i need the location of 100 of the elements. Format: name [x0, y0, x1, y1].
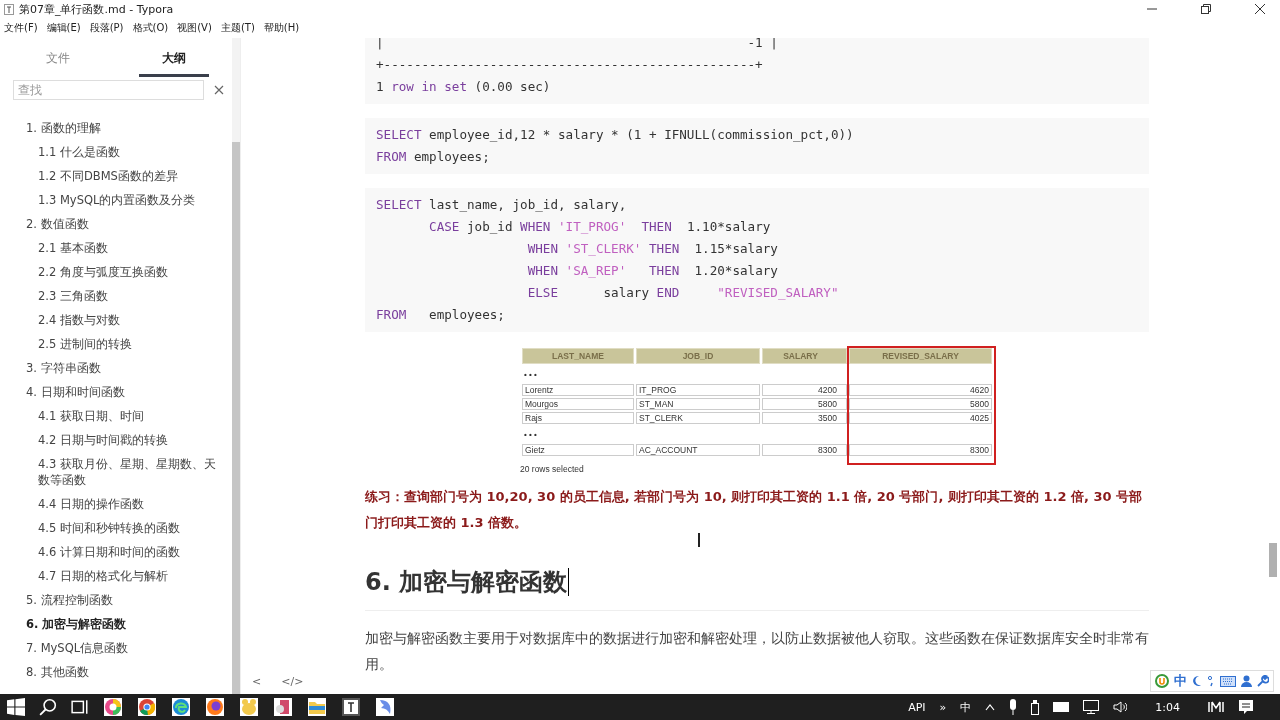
typora-icon[interactable]: [342, 698, 360, 716]
table-cell: 8300: [849, 444, 992, 456]
ellipsis: • • •: [524, 370, 537, 379]
table-footer: 20 rows selected: [520, 464, 998, 474]
moon-icon[interactable]: [1192, 675, 1202, 687]
table-cell: 3500: [762, 412, 847, 424]
menu-item[interactable]: 编辑(E): [46, 21, 81, 35]
chrome-icon[interactable]: [138, 698, 156, 716]
microphone-icon[interactable]: [1009, 699, 1018, 715]
menu-item[interactable]: 格式(O): [132, 21, 169, 35]
source-mode-button[interactable]: </>: [278, 673, 307, 690]
table-cell: 5800: [849, 398, 992, 410]
collapse-button[interactable]: <: [249, 673, 265, 690]
sidebar-tab[interactable]: 文件: [0, 38, 116, 76]
menu-item[interactable]: 段落(P): [89, 21, 124, 35]
outline-item[interactable]: 2.1 基本函数: [0, 236, 232, 260]
table-cell: IT_PROG: [636, 384, 760, 396]
outline-item[interactable]: 4.2 日期与时间戳的转换: [0, 428, 232, 452]
outline-item[interactable]: 2.5 进制间的转换: [0, 332, 232, 356]
ellipsis: • • •: [524, 430, 537, 439]
document-app-icon[interactable]: [274, 698, 292, 716]
task-view-icon[interactable]: [71, 698, 89, 716]
menu-item[interactable]: 主题(T): [220, 21, 255, 35]
outline-item[interactable]: 1.3 MySQL的内置函数及分类: [0, 188, 232, 212]
restore-icon[interactable]: [1200, 3, 1212, 15]
punctuation-icon[interactable]: [1207, 675, 1215, 687]
outline-item[interactable]: 4.6 计算日期和时间的函数: [0, 540, 232, 564]
table-cell: Rajs: [522, 412, 634, 424]
tray-item[interactable]: API: [908, 700, 926, 714]
table-cell: ST_CLERK: [636, 412, 760, 424]
outline-item[interactable]: 4.7 日期的格式化与解析: [0, 564, 232, 588]
clock[interactable]: 1:04: [1155, 700, 1180, 714]
outline-item[interactable]: 1.1 什么是函数: [0, 140, 232, 164]
table-cell: 4200: [762, 384, 847, 396]
search-icon[interactable]: [39, 698, 57, 716]
table-cell: 8300: [762, 444, 847, 456]
ime-mode[interactable]: 中: [1174, 672, 1187, 690]
search-field[interactable]: 查找: [13, 80, 204, 100]
menu-item[interactable]: 文件(F): [4, 21, 38, 35]
outline-item[interactable]: 7. MySQL信息函数: [0, 636, 232, 660]
text-cursor: [568, 568, 570, 596]
network-icon[interactable]: [1083, 700, 1100, 714]
sidebar-tab[interactable]: 大纲: [116, 38, 232, 76]
typora-icon: [4, 3, 14, 15]
paragraph: 加密与解密函数主要用于对数据库中的数据进行加密和解密处理，以防止数据被他人窃取。这些函数在保证数据库安全时非常有用。: [365, 629, 1149, 674]
keyboard-icon[interactable]: [1220, 675, 1236, 687]
outline-item[interactable]: 5. 流程控制函数: [0, 588, 232, 612]
usb-drive-icon[interactable]: [1031, 699, 1040, 715]
column-header: SALARY: [762, 348, 847, 364]
firefox-icon[interactable]: [206, 698, 224, 716]
volume-icon[interactable]: [1113, 701, 1128, 713]
outline-item[interactable]: 2.2 角度与弧度互换函数: [0, 260, 232, 284]
notification-icon[interactable]: [1238, 699, 1254, 715]
wrench-icon[interactable]: [1257, 675, 1269, 687]
color-wheel-icon[interactable]: [104, 698, 122, 716]
menu-item[interactable]: 帮助(H): [263, 21, 300, 35]
scrollbar-thumb[interactable]: [1269, 543, 1277, 577]
table-cell: Gietz: [522, 444, 634, 456]
outline-item[interactable]: 4. 日期和时间函数: [0, 380, 232, 404]
section-heading: 6. 加密与解密函数: [365, 567, 568, 598]
table-cell: 5800: [762, 398, 847, 410]
outline-item[interactable]: 4.5 时间和秒钟转换的函数: [0, 516, 232, 540]
outline-item[interactable]: 4.1 获取日期、时间: [0, 404, 232, 428]
code-block: SELECT employee_id,12 * salary * (1 + IFNULL(commission_pct,0)) FROM employees;: [365, 118, 1149, 174]
caret-icon[interactable]: [985, 703, 996, 711]
outline-item[interactable]: 4.4 日期的操作函数: [0, 492, 232, 516]
column-header: JOB_ID: [636, 348, 760, 364]
table-cell: AC_ACCOUNT: [636, 444, 760, 456]
dolphin-icon[interactable]: [376, 698, 394, 716]
outline-item[interactable]: 2. 数值函数: [0, 212, 232, 236]
tray-item[interactable]: »: [939, 700, 947, 714]
table-cell: Lorentz: [522, 384, 634, 396]
exercise-text: 练习：查询部门号为 10,20, 30 的员工信息, 若部门号为 10, 则打印其工资的 1.1 倍, 20 号部门, 则打印其工资的 1.2 倍, 30 号部门打印其工资的 1.3 倍数。: [365, 488, 1144, 532]
ime-logo-icon: [1155, 674, 1169, 688]
close-icon[interactable]: [1254, 3, 1266, 15]
table-cell: 4025: [849, 412, 992, 424]
user-icon[interactable]: [1241, 675, 1252, 687]
outline-item[interactable]: 4.3 获取月份、星期、星期数、天数等函数: [0, 452, 232, 492]
column-header: LAST_NAME: [522, 348, 634, 364]
battery-icon[interactable]: [1053, 702, 1070, 712]
code-block: | -1 | +-------------------------------------------------+ 1 row in set (0.00 sec): [365, 38, 1149, 104]
app-tray-icon[interactable]: [1208, 701, 1224, 713]
outline-item[interactable]: 3. 字符串函数: [0, 356, 232, 380]
edge-icon[interactable]: [172, 698, 190, 716]
table-cell: ST_MAN: [636, 398, 760, 410]
outline-item[interactable]: 2.4 指数与对数: [0, 308, 232, 332]
outline-item[interactable]: 1.2 不同DBMS函数的差异: [0, 164, 232, 188]
column-header: REVISED_SALARY: [849, 348, 992, 364]
folder-icon[interactable]: [308, 698, 326, 716]
close-icon[interactable]: [214, 85, 224, 95]
scrollbar-thumb[interactable]: [232, 142, 240, 694]
tray-item[interactable]: 中: [960, 699, 972, 715]
windows-start-icon[interactable]: [7, 698, 25, 716]
outline-item[interactable]: 8. 其他函数: [0, 660, 232, 684]
outline-item[interactable]: 2.3 三角函数: [0, 284, 232, 308]
outline-item[interactable]: 6. 加密与解密函数: [0, 612, 232, 636]
outline-item[interactable]: 1. 函数的理解: [0, 116, 232, 140]
window-title: 第07章_单行函数.md - Typora: [19, 1, 174, 17]
menu-item[interactable]: 视图(V): [177, 21, 212, 35]
mouse-cursor: [698, 533, 700, 547]
